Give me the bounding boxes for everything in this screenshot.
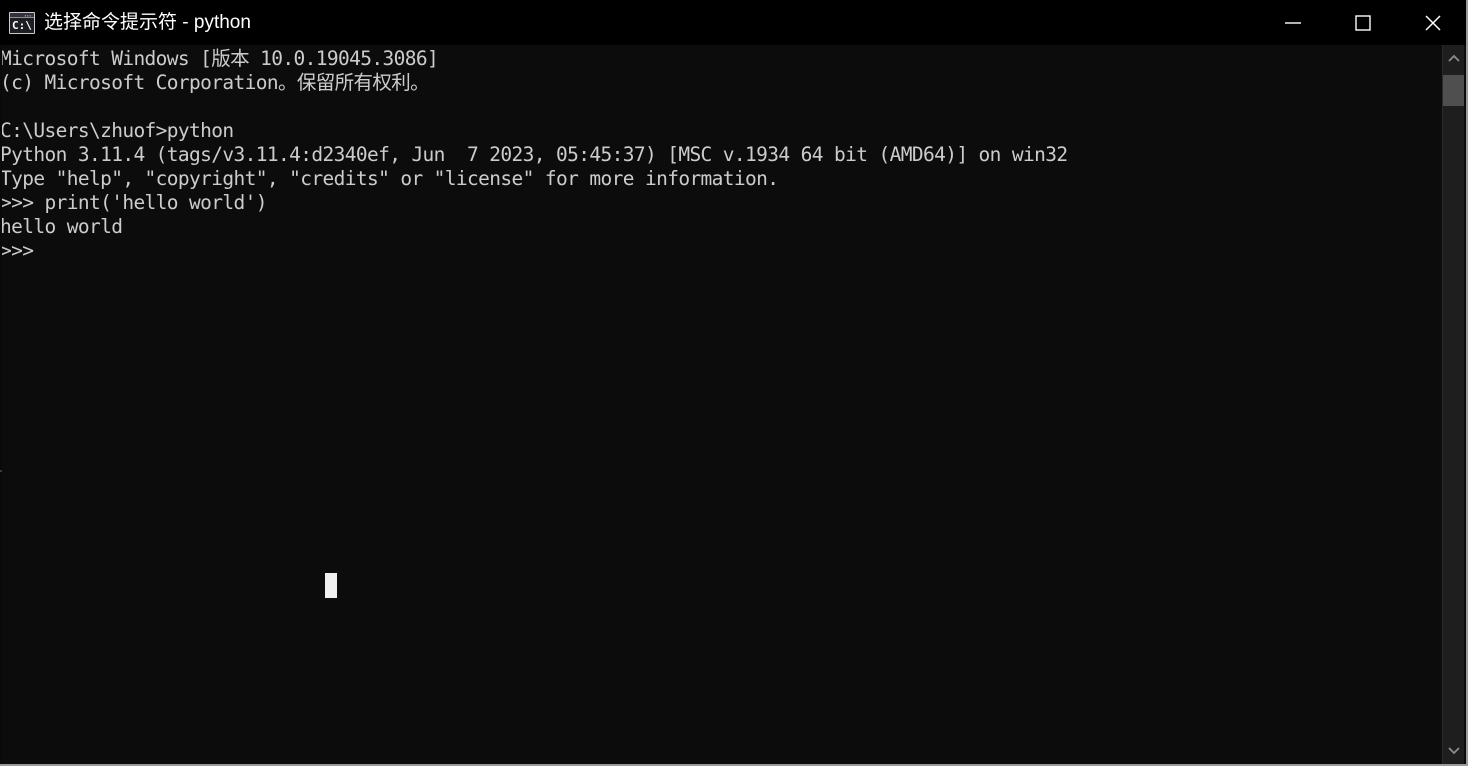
- cmd-console-icon: ▪▪▪ C:\.: [9, 11, 35, 34]
- minimize-button[interactable]: [1258, 0, 1328, 45]
- console-line: >>>: [0, 239, 34, 262]
- console-line: Microsoft Windows [版本 10.0.19045.3086]: [0, 47, 439, 70]
- console-text: Microsoft Windows [版本 10.0.19045.3086] (c…: [0, 47, 1444, 263]
- title-bar-left: ▪▪▪ C:\. 选择命令提示符 - python: [0, 0, 1258, 45]
- vertical-scrollbar[interactable]: [1442, 45, 1464, 764]
- terminal-left-edge: [0, 45, 2, 764]
- console-line: Type "help", "copyright", "credits" or "…: [0, 167, 779, 190]
- cmd-icon-prompt-text: C:\.: [12, 18, 34, 32]
- scroll-down-arrow-icon: [1447, 747, 1460, 755]
- scroll-up-button[interactable]: [1443, 45, 1464, 73]
- scroll-up-arrow-icon: [1447, 54, 1460, 62]
- maximize-icon: [1355, 14, 1371, 31]
- console-line: Python 3.11.4 (tags/v3.11.4:d2340ef, Jun…: [0, 143, 1068, 166]
- window-title: 选择命令提示符 - python: [44, 12, 251, 33]
- scroll-down-button[interactable]: [1443, 736, 1464, 764]
- text-cursor: [325, 573, 337, 598]
- scrollbar-thumb[interactable]: [1443, 75, 1464, 106]
- cmd-icon-buttons: ▪▪▪: [24, 12, 32, 18]
- maximize-button[interactable]: [1328, 0, 1398, 45]
- console-line: (c) Microsoft Corporation。保留所有权利。: [0, 71, 430, 94]
- close-icon: [1425, 14, 1441, 31]
- window-controls: [1258, 0, 1466, 45]
- console-window: ▪▪▪ C:\. 选择命令提示符 - python: [0, 0, 1468, 766]
- terminal-output-area[interactable]: Microsoft Windows [版本 10.0.19045.3086] (c…: [0, 45, 1444, 764]
- title-bar[interactable]: ▪▪▪ C:\. 选择命令提示符 - python: [0, 0, 1466, 45]
- close-button[interactable]: [1398, 0, 1466, 45]
- minimize-icon: [1285, 21, 1301, 24]
- console-line: C:\Users\zhuof>python: [0, 119, 234, 142]
- terminal-left-edge-mark: [0, 470, 2, 472]
- console-line: hello world: [0, 215, 123, 238]
- console-line: >>> print('hello world'): [0, 191, 268, 214]
